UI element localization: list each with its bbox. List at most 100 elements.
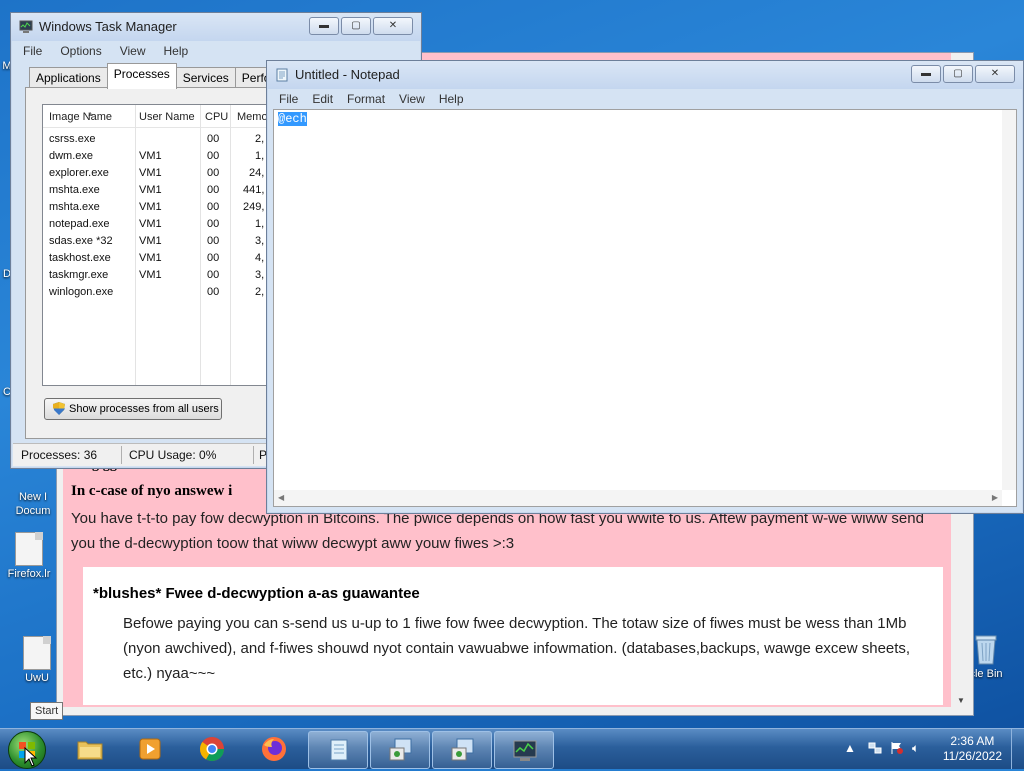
vertical-scrollbar[interactable] [1002,110,1016,490]
taskbar-firefox[interactable] [244,731,302,767]
process-user: VM1 [139,235,162,247]
process-memory: 441, [243,184,265,196]
menu-view[interactable]: View [399,92,425,106]
tab-processes[interactable]: Processes [106,63,177,89]
window-controls: ▬ ▢ ✕ [309,17,413,35]
firefox-icon [262,737,286,761]
taskbar-clock[interactable]: 2:36 AM 11/26/2022 [943,734,1002,764]
process-memory: 1, [255,150,265,162]
show-desktop-button[interactable] [1011,729,1024,769]
taskbar-mshta-1[interactable] [370,731,430,769]
process-memory: 2, [255,286,265,298]
show-hidden-icons-arrow-icon[interactable]: ▲ [844,741,858,755]
horizontal-scrollbar[interactable]: ◀ ▶ [274,490,1002,506]
process-cpu: 00 [207,218,220,230]
network-icon[interactable] [868,741,882,755]
show-all-processes-label: Show processes from all users [69,403,219,415]
desktop-icon-new-document[interactable]: New I Docum [10,476,56,518]
maximize-button[interactable]: ▢ [341,17,371,35]
process-user: VM1 [139,150,162,162]
menu-format[interactable]: Format [347,92,385,106]
menu-help[interactable]: Help [164,44,189,58]
scroll-left-arrow-icon[interactable]: ◀ [278,493,284,502]
start-tooltip: Start [30,702,64,720]
taskbar-mshta-2[interactable] [432,731,492,769]
clock-date: 11/26/2022 [942,749,1002,763]
minimize-button[interactable]: ▬ [911,65,941,83]
desktop-icon-firefox-installer[interactable]: Firefox.lr [4,532,54,580]
menu-edit[interactable]: Edit [312,92,333,106]
menu-file[interactable]: File [279,92,298,106]
chrome-icon [200,737,224,762]
window-title: Untitled - Notepad [295,67,400,82]
process-memory: 4, [255,252,265,264]
process-name: mshta.exe [49,184,100,196]
process-name: taskhost.exe [49,252,111,264]
process-cpu: 00 [207,235,220,247]
close-button[interactable]: ✕ [373,17,413,35]
taskbar-task-manager[interactable] [494,731,554,769]
process-name: notepad.exe [49,218,110,230]
process-name: mshta.exe [49,201,100,213]
process-memory: 3, [255,235,265,247]
free-decryption-title: *blushes* Fwee d-decwyption a-as guawant… [93,585,420,602]
maximize-button[interactable]: ▢ [943,65,973,83]
menu-options[interactable]: Options [60,44,101,58]
process-name: winlogon.exe [49,286,114,298]
free-decryption-text: Befowe paying you can s-send us u-up to … [123,615,911,682]
document-icon [15,532,43,566]
uac-shield-icon [53,402,65,415]
notepad-text-area[interactable]: @ech ◀ ▶ [273,109,1017,507]
process-user: VM1 [139,167,162,179]
desktop-icon-label: UwU [25,672,49,684]
process-memory: 2, [255,133,265,145]
menu-view[interactable]: View [120,44,146,58]
task-manager-icon [19,20,33,33]
notepad-window[interactable]: Untitled - Notepad ▬ ▢ ✕ File Edit Forma… [266,60,1024,514]
close-button[interactable]: ✕ [975,65,1015,83]
taskbar-chrome[interactable] [182,731,240,767]
notepad-icon [276,68,288,82]
tab-applications[interactable]: Applications [29,67,108,89]
task-manager-titlebar[interactable]: Windows Task Manager ▬ ▢ ✕ [11,13,421,41]
process-user: VM1 [139,269,162,281]
column-user-name[interactable]: User Name [139,111,195,123]
desktop-icon-label: Firefox.lr [7,568,51,580]
window-controls: ▬ ▢ ✕ [911,65,1015,83]
taskbar-notepad[interactable] [308,731,368,769]
taskbar-explorer[interactable] [60,731,118,767]
process-memory: 1, [255,218,265,230]
column-cpu[interactable]: CPU [205,111,228,123]
menu-file[interactable]: File [23,44,42,58]
desktop-icon-uwu[interactable]: UwU [18,636,56,684]
desktop-icon-label: New I Docum [15,491,51,517]
process-cpu: 00 [207,201,220,213]
process-name: dwm.exe [49,150,94,162]
process-name: taskmgr.exe [49,269,109,281]
status-divider [121,446,122,464]
taskbar-media-player[interactable] [120,731,178,767]
process-user: VM1 [139,252,162,264]
process-name: sdas.exe *32 [49,235,113,247]
clock-time: 2:36 AM [950,734,995,748]
notepad-titlebar[interactable]: Untitled - Notepad ▬ ▢ ✕ [267,61,1023,89]
process-cpu: 00 [207,269,220,281]
scroll-right-arrow-icon[interactable]: ▶ [992,493,998,502]
html-application-icon [451,738,474,761]
window-title: Windows Task Manager [39,19,177,34]
show-all-processes-button[interactable]: Show processes from all users [44,398,222,420]
volume-icon[interactable]: 🔈︎ [912,741,926,755]
minimize-button[interactable]: ▬ [309,17,339,35]
free-decryption-box: *blushes* Fwee d-decwyption a-as guawant… [83,567,943,705]
ransom-heading: In c-case of nyo answew i [71,483,233,499]
menu-help[interactable]: Help [439,92,464,106]
action-center-flag-icon[interactable] [890,741,904,755]
process-cpu: 00 [207,252,220,264]
process-cpu: 00 [207,133,220,145]
process-cpu: 00 [207,286,220,298]
desktop-icon-label: cle Bin [969,668,1003,680]
scroll-down-arrow-icon[interactable]: ▼ [957,696,965,705]
process-user: VM1 [139,201,162,213]
column-image-name[interactable]: Image Name [49,111,112,123]
tab-services[interactable]: Services [175,67,236,89]
